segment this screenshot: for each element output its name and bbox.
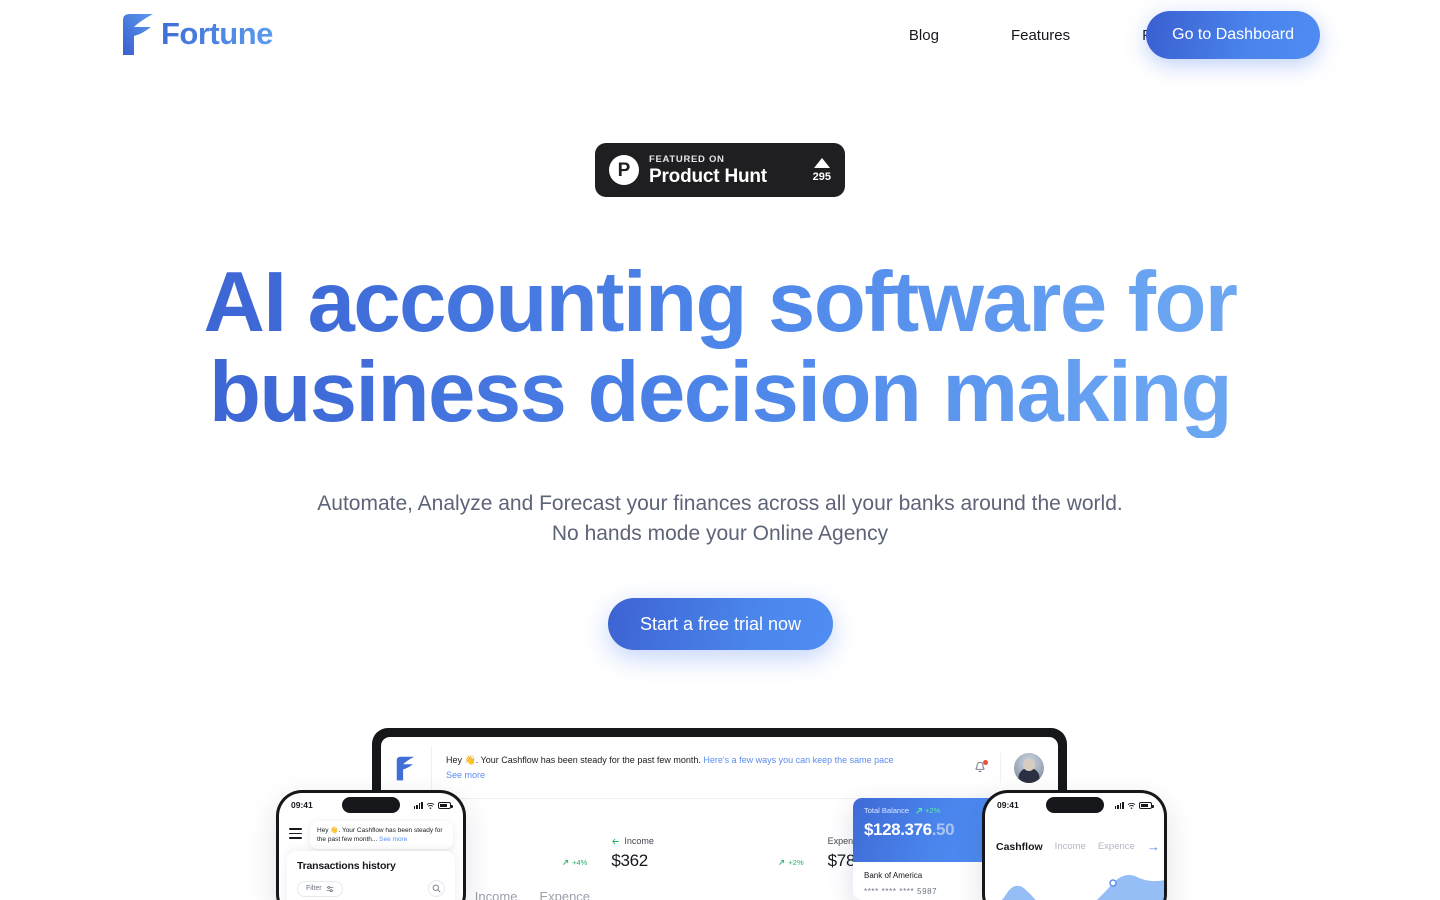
cellular-signal-icon (413, 801, 423, 809)
hero-headline: AI accounting software for business deci… (0, 258, 1440, 438)
metric-label-text: Income (624, 836, 654, 846)
tab-income[interactable]: Income (1055, 841, 1086, 852)
status-bar: 09:41 (279, 793, 463, 813)
fortune-f-logo-icon (123, 14, 153, 55)
product-hunt-badge[interactable]: P FEATURED ON Product Hunt 295 (595, 143, 845, 197)
status-time: 09:41 (291, 800, 313, 810)
phone-right-screen: 09:41 Cashflow Income Expence → (985, 793, 1164, 900)
panel-title: Transactions history (297, 860, 396, 872)
phone-left-screen: 09:41 Hey 👋. Your Cashflow has been stea… (279, 793, 463, 900)
balance-change-value: +2% (925, 806, 941, 815)
filter-row: Filter (297, 880, 445, 897)
balance-amount-main: $128.376 (864, 820, 932, 839)
metric-change: +4% (562, 858, 587, 867)
nav-link-features[interactable]: Features (1011, 27, 1070, 44)
hero-headline-line-1: AI accounting software for (203, 255, 1237, 350)
phone-mockup-right: 09:41 Cashflow Income Expence → (982, 790, 1167, 900)
desktop-app-header: Hey 👋. Your Cashflow has been steady for… (381, 737, 1058, 799)
banner-link[interactable]: Here's a few ways you can keep the same … (703, 755, 893, 765)
trend-up-arrow-icon (563, 859, 569, 865)
balance-label-row: Total Balance +2% (864, 806, 992, 815)
balance-amount: $128.376.50 (864, 820, 992, 840)
status-icons (413, 801, 453, 809)
hero-headline-line-2: business decision making (208, 345, 1232, 440)
nav-link-blog[interactable]: Blog (909, 27, 939, 44)
cashflow-area-chart (1001, 875, 1164, 900)
tab-expence[interactable]: Expence (1098, 841, 1135, 852)
balance-card-bottom: Bank of America **** **** **** 5987 (853, 862, 1003, 900)
desktop-banner-message: Hey 👋. Your Cashflow has been steady for… (446, 753, 973, 783)
balance-amount-cents: .50 (931, 820, 955, 839)
dynamic-island (342, 797, 400, 813)
metric-change: +2% (778, 858, 804, 867)
landing-page: Fortune Blog Features Pricing Go to Dash… (0, 0, 1440, 900)
total-balance-label: Total Balance (864, 806, 910, 815)
hero-subheadline: Automate, Analyze and Forecast your fina… (0, 489, 1440, 549)
search-button[interactable] (428, 880, 445, 897)
trend-up-arrow-icon (916, 807, 923, 814)
trend-up-arrow-icon (779, 859, 785, 865)
metric-label: Income (611, 836, 827, 846)
wifi-icon (1127, 802, 1136, 809)
metric-income: Income $362 +2% (611, 836, 827, 871)
hamburger-menu-icon[interactable] (289, 828, 302, 842)
transactions-panel: Transactions history Filter (287, 851, 455, 900)
filter-button[interactable]: Filter (297, 880, 343, 897)
product-hunt-upvote[interactable]: 295 (812, 157, 831, 183)
tab-cashflow[interactable]: Cashflow (996, 841, 1043, 853)
status-icons (1114, 801, 1154, 809)
bank-name: Bank of America (864, 871, 923, 880)
filter-label: Filter (306, 885, 322, 892)
phone-chart-tabs: Cashflow Income Expence → (985, 839, 1164, 854)
banner-see-more-link[interactable]: See more (446, 768, 973, 783)
card-number: **** **** **** 5987 (864, 887, 938, 896)
status-time: 09:41 (997, 800, 1019, 810)
total-balance-card: Total Balance +2% $128.376.50 Bank of Am… (853, 798, 1003, 900)
balance-card-top: Total Balance +2% $128.376.50 (853, 798, 1003, 862)
top-navigation-bar: Fortune Blog Features Pricing Go to Dash… (0, 0, 1440, 70)
hero-subheadline-line-1: Automate, Analyze and Forecast your fina… (317, 492, 1123, 515)
user-avatar[interactable] (1014, 752, 1044, 783)
upvote-count: 295 (812, 170, 831, 183)
phone-mockup-left: 09:41 Hey 👋. Your Cashflow has been stea… (276, 790, 466, 900)
phone-left-topbar: Hey 👋. Your Cashflow has been steady for… (279, 813, 463, 849)
balance-change: +2% (915, 806, 940, 815)
banner-see-more-link[interactable]: See more (379, 836, 407, 843)
start-free-trial-button[interactable]: Start a free trial now (608, 598, 833, 650)
tab-income[interactable]: Income (475, 889, 518, 900)
metric-values: $362 +2% (611, 851, 827, 871)
notification-bell-icon[interactable] (973, 759, 988, 775)
filter-sliders-icon (326, 885, 333, 892)
fortune-f-logo-icon (396, 756, 415, 780)
battery-icon (1139, 801, 1154, 809)
phone-banner-message: Hey 👋. Your Cashflow has been steady for… (310, 821, 453, 849)
battery-icon (438, 801, 453, 809)
dynamic-island (1045, 797, 1104, 813)
metric-value: $362 (611, 851, 648, 870)
go-to-dashboard-button[interactable]: Go to Dashboard (1146, 11, 1320, 59)
wifi-icon (426, 802, 435, 809)
hero-subheadline-line-2: No hands mode your Online Agency (551, 522, 889, 545)
divider (1000, 752, 1001, 783)
product-mockups: Hey 👋. Your Cashflow has been steady for… (0, 700, 1440, 900)
upvote-triangle-icon (813, 157, 830, 168)
product-hunt-logo-icon: P (609, 155, 639, 185)
arrow-left-income-icon (612, 838, 619, 844)
tab-expence[interactable]: Expence (539, 889, 590, 900)
search-icon (432, 884, 441, 893)
featured-on-label: FEATURED ON (649, 153, 725, 165)
product-hunt-texts: FEATURED ON Product Hunt (649, 154, 767, 187)
product-hunt-title: Product Hunt (649, 165, 767, 187)
arrow-right-icon[interactable]: → (1147, 839, 1160, 854)
banner-text: Hey 👋. Your Cashflow has been steady for… (446, 754, 704, 765)
divider (431, 745, 432, 790)
status-bar: 09:41 (985, 793, 1164, 813)
metric-change-value: +4% (572, 858, 588, 867)
notification-dot (983, 759, 988, 765)
brand-name: Fortune (161, 15, 273, 51)
brand-logo[interactable]: Fortune (120, 11, 273, 56)
cellular-signal-icon (1114, 801, 1124, 809)
metric-change-value: +2% (788, 858, 804, 867)
